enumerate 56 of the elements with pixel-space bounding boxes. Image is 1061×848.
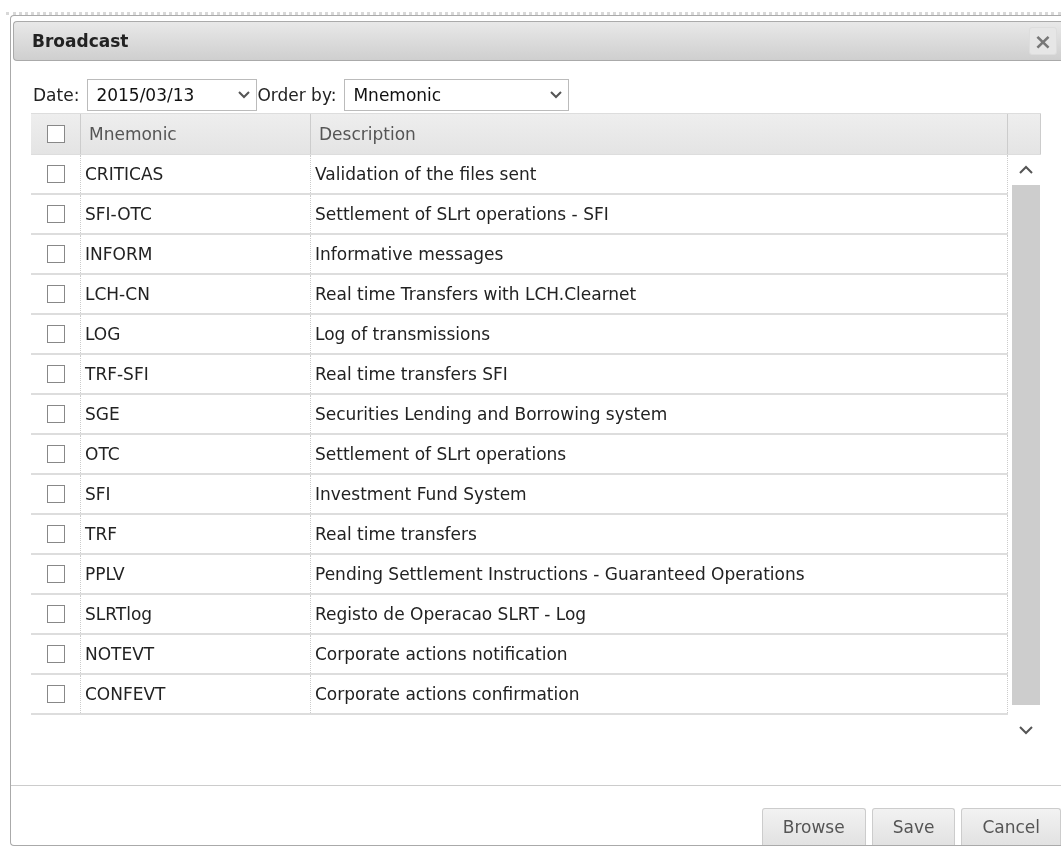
table-cell-text: TRF-SFI <box>84 364 149 384</box>
table-cell-text: PPLV <box>84 564 125 584</box>
dialog-title: Broadcast <box>32 31 129 51</box>
table-cell-text: Log of transmissions <box>314 324 490 344</box>
row-checkbox[interactable] <box>46 405 65 423</box>
table-cell-text: LOG <box>84 324 121 344</box>
table-cell-text: Real time transfers SFI <box>314 364 508 384</box>
table-cell-text: SFI <box>84 484 111 504</box>
row-checkbox[interactable] <box>46 525 65 543</box>
row-checkbox[interactable] <box>46 645 65 663</box>
order-dropdown[interactable]: Mnemonic <box>344 79 570 111</box>
row-checkbox[interactable] <box>46 245 65 263</box>
row-checkbox[interactable] <box>46 365 65 383</box>
table-cell-text: Informative messages <box>314 244 504 264</box>
date-label: Date: <box>33 85 80 105</box>
table-cell-text: CRITICAS <box>84 164 164 184</box>
dialog-button[interactable]: Cancel <box>961 808 1061 845</box>
row-checkbox[interactable] <box>46 685 65 703</box>
table-cell-text: SGE <box>84 404 120 424</box>
caret-icon <box>550 91 563 99</box>
table-cell-text: NOTEVT <box>84 644 155 664</box>
column-header[interactable]: Mnemonic <box>81 124 177 144</box>
table-cell-text: Settlement of SLrt operations <box>314 444 567 464</box>
table-cell-text: OTC <box>84 444 120 464</box>
row-checkbox[interactable] <box>46 205 65 223</box>
table-cell-text: Registo de Operacao SLRT - Log <box>314 604 587 624</box>
row-checkbox[interactable] <box>46 165 65 183</box>
close-button[interactable]: × <box>1029 27 1057 55</box>
row-checkbox[interactable] <box>46 445 65 463</box>
table-cell-text: Pending Settlement Instructions - Guaranteed Operations <box>314 564 805 584</box>
row-checkbox[interactable] <box>46 285 65 303</box>
table-cell-text: INFORM <box>84 244 153 264</box>
date-dropdown[interactable]: 2015/03/13 <box>87 79 258 111</box>
table-cell-text: SFI-OTC <box>84 204 152 224</box>
table-cell-text: Securities Lending and Borrowing system <box>314 404 668 424</box>
table-cell-text: TRF <box>84 524 117 544</box>
table-cell-text: CONFEVT <box>84 684 166 704</box>
table-cell-text: Validation of the files sent <box>314 164 537 184</box>
table-cell-text: SLRTlog <box>84 604 153 624</box>
dialog-button[interactable]: Browse <box>761 808 866 845</box>
table-cell-text: Real time Transfers with LCH.Clearnet <box>314 284 637 304</box>
table-cell-text: Corporate actions notification <box>314 644 568 664</box>
table-cell-text: Investment Fund System <box>314 484 527 504</box>
table-cell-text: Corporate actions confirmation <box>314 684 580 704</box>
dialog-button[interactable]: Save <box>871 808 956 845</box>
table-cell-text: LCH-CN <box>84 284 150 304</box>
row-checkbox[interactable] <box>46 565 65 583</box>
table-cell-text: Settlement of SLrt operations - SFI <box>314 204 609 224</box>
column-header[interactable]: Description <box>311 124 416 144</box>
order-label: Order by: <box>257 85 337 105</box>
row-checkbox[interactable] <box>46 605 65 623</box>
table-cell-text: Real time transfers <box>314 524 477 544</box>
row-checkbox[interactable] <box>46 325 65 343</box>
select-all-checkbox[interactable] <box>46 125 65 143</box>
row-checkbox[interactable] <box>46 485 65 503</box>
caret-icon <box>238 91 251 99</box>
